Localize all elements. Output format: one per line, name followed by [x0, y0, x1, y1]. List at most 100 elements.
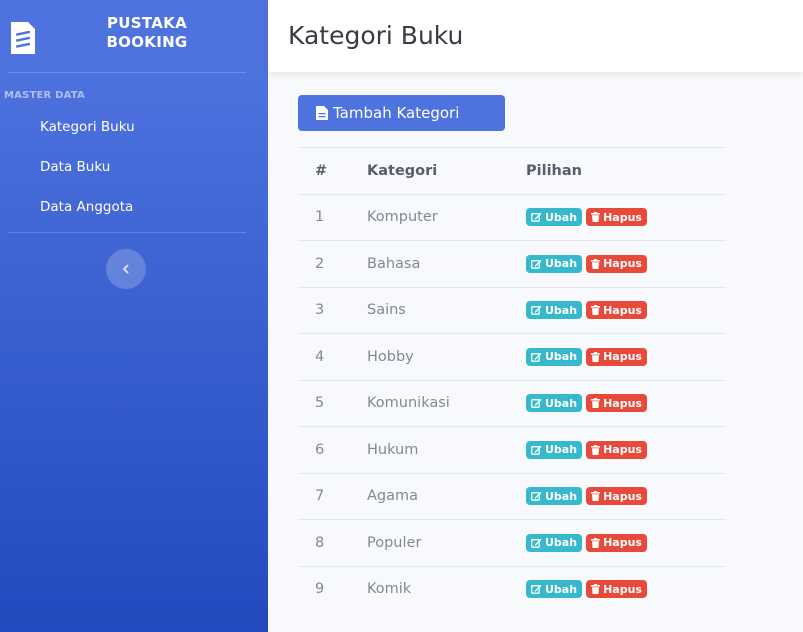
edit-label: Ubah: [545, 489, 578, 503]
delete-button[interactable]: Hapus: [586, 347, 647, 366]
table-row: 8 Populer Ubah Hapus: [298, 519, 726, 566]
edit-label: Ubah: [545, 443, 578, 457]
edit-label: Ubah: [545, 303, 578, 317]
trash-icon: [591, 491, 601, 502]
edit-icon: [531, 399, 542, 409]
row-kategori: Sains: [367, 302, 406, 319]
delete-label: Hapus: [603, 396, 642, 410]
row-number: 4: [315, 348, 325, 365]
row-kategori: Hukum: [367, 441, 419, 458]
edit-button[interactable]: Ubah: [526, 580, 583, 599]
row-number: 2: [315, 255, 325, 272]
brand-line-2: BOOKING: [106, 33, 188, 51]
chevron-left-icon: [122, 264, 129, 274]
delete-label: Hapus: [603, 582, 642, 596]
edit-label: Ubah: [545, 350, 578, 364]
edit-button[interactable]: Ubah: [526, 394, 583, 413]
sidebar-divider: [8, 72, 246, 73]
edit-button[interactable]: Ubah: [526, 254, 583, 273]
delete-label: Hapus: [603, 489, 642, 503]
delete-button[interactable]: Hapus: [586, 533, 647, 552]
edit-label: Ubah: [545, 536, 578, 550]
delete-button[interactable]: Hapus: [586, 301, 647, 320]
trash-icon: [591, 584, 601, 595]
sidebar-divider: [8, 232, 246, 233]
row-kategori: Komunikasi: [367, 395, 450, 412]
row-actions: Ubah Hapus: [526, 301, 647, 320]
add-category-button[interactable]: Tambah Kategori: [298, 95, 505, 131]
row-kategori: Komputer: [367, 209, 438, 226]
table-row: 5 Komunikasi Ubah Hapus: [298, 379, 726, 427]
edit-button[interactable]: Ubah: [526, 487, 583, 506]
row-actions: Ubah Hapus: [526, 208, 647, 227]
table-header: # Kategori Pilihan: [298, 147, 726, 194]
edit-label: Ubah: [545, 210, 578, 224]
add-category-label: Tambah Kategori: [333, 104, 460, 122]
edit-button[interactable]: Ubah: [526, 440, 583, 459]
book-icon: [11, 22, 35, 54]
sidebar-item-data-buku[interactable]: Data Buku: [40, 159, 110, 175]
row-actions: Ubah Hapus: [526, 394, 647, 413]
edit-button[interactable]: Ubah: [526, 347, 583, 366]
row-number: 9: [315, 581, 325, 598]
row-kategori: Populer: [367, 534, 422, 551]
trash-icon: [591, 398, 601, 409]
row-number: 3: [315, 302, 325, 319]
page-title: Kategori Buku: [288, 21, 464, 50]
row-number: 8: [315, 534, 325, 551]
edit-icon: [531, 213, 542, 223]
table-body: 1 Komputer Ubah Hapus 2 Bahasa Ubah Hapu…: [298, 193, 726, 613]
delete-button[interactable]: Hapus: [586, 208, 647, 227]
row-actions: Ubah Hapus: [526, 487, 647, 506]
row-kategori: Agama: [367, 488, 419, 505]
sidebar-brand[interactable]: PUSTAKA BOOKING: [0, 0, 268, 72]
row-number: 1: [315, 209, 325, 226]
delete-label: Hapus: [603, 210, 642, 224]
brand-name: PUSTAKA BOOKING: [95, 14, 199, 52]
edit-icon: [531, 585, 542, 595]
sidebar-toggle-button[interactable]: [106, 249, 146, 289]
header-pilihan: Pilihan: [526, 162, 582, 179]
edit-icon: [531, 259, 542, 269]
delete-label: Hapus: [603, 350, 642, 364]
row-kategori: Bahasa: [367, 255, 421, 272]
brand-line-1: PUSTAKA: [107, 14, 187, 32]
row-actions: Ubah Hapus: [526, 347, 647, 366]
trash-icon: [591, 351, 601, 362]
table-row: 4 Hobby Ubah Hapus: [298, 333, 726, 380]
sidebar-item-kategori-buku[interactable]: Kategori Buku: [40, 119, 135, 135]
table-row: 7 Agama Ubah Hapus: [298, 472, 726, 520]
delete-button[interactable]: Hapus: [586, 254, 647, 273]
edit-label: Ubah: [545, 582, 578, 596]
row-number: 5: [315, 395, 325, 412]
delete-button[interactable]: Hapus: [586, 487, 647, 506]
delete-button[interactable]: Hapus: [586, 580, 647, 599]
sidebar-item-data-anggota[interactable]: Data Anggota: [40, 199, 133, 215]
delete-button[interactable]: Hapus: [586, 394, 647, 413]
table-row: 6 Hukum Ubah Hapus: [298, 426, 726, 473]
edit-button[interactable]: Ubah: [526, 533, 583, 552]
row-actions: Ubah Hapus: [526, 254, 647, 273]
category-table: # Kategori Pilihan 1 Komputer Ubah Hapus: [298, 147, 726, 612]
edit-label: Ubah: [545, 396, 578, 410]
row-actions: Ubah Hapus: [526, 580, 647, 599]
edit-icon: [531, 352, 542, 362]
table-row: 1 Komputer Ubah Hapus: [298, 193, 726, 241]
row-kategori: Komik: [367, 581, 412, 598]
edit-icon: [531, 538, 542, 548]
header-kategori: Kategori: [367, 162, 438, 179]
edit-label: Ubah: [545, 257, 578, 271]
topbar: Kategori Buku: [268, 0, 803, 72]
table-row: 2 Bahasa Ubah Hapus: [298, 240, 726, 287]
header-number: #: [315, 162, 328, 179]
edit-button[interactable]: Ubah: [526, 301, 583, 320]
delete-label: Hapus: [603, 536, 642, 550]
sidebar: PUSTAKA BOOKING MASTER DATA Kategori Buk…: [0, 0, 268, 632]
edit-button[interactable]: Ubah: [526, 208, 583, 227]
edit-icon: [531, 306, 542, 316]
delete-button[interactable]: Hapus: [586, 440, 647, 459]
row-actions: Ubah Hapus: [526, 533, 647, 552]
delete-label: Hapus: [603, 257, 642, 271]
file-icon: [316, 106, 328, 120]
row-number: 7: [315, 488, 325, 505]
